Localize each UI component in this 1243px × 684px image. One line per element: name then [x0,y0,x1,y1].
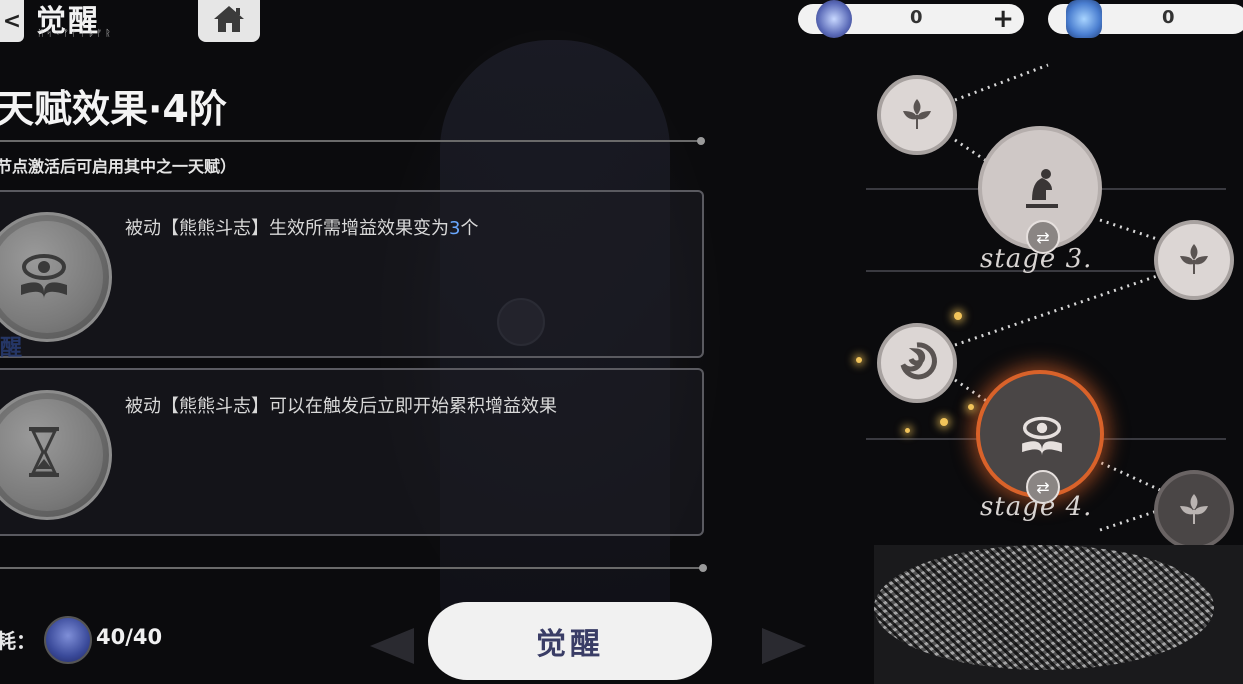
back-icon: < [2,8,22,34]
home-icon [212,4,246,38]
cost-value: 40/40 [96,625,163,649]
crystal-count: 0 [1162,7,1175,28]
spark-particle [856,357,862,363]
stage-4-label: stage 4. [980,492,1093,522]
spark-particle [905,428,910,433]
crystal-icon [1066,0,1102,38]
ghost-label: 醒 [0,336,23,361]
talent-medal-2 [0,390,112,520]
currency-token-icon [816,0,852,38]
talent-description-1: 被动【熊熊斗志】生效所需增益效果变为3个 [125,218,479,239]
obscured-region [874,545,1243,684]
reading-figure-icon [1012,160,1072,224]
cost-label: 耗： [0,629,36,653]
talent-description-2: 被动【熊熊斗志】可以在触发后立即开始累积增益效果 [125,396,557,417]
flower-icon [1174,238,1214,282]
character-token-icon [44,616,92,664]
spark-particle [940,418,948,426]
swirl-icon [895,339,939,387]
prev-arrow-icon[interactable] [370,628,414,664]
stage3-node[interactable]: ⇄ [978,126,1102,254]
divider-top [0,137,705,145]
talent-card-1[interactable]: 被动【熊熊斗志】生效所需增益效果变为3个 [0,190,704,358]
spark-particle [954,312,962,320]
next-arrow-icon[interactable] [762,628,806,664]
tree-node-3[interactable] [877,323,957,403]
eye-book-icon [1010,402,1074,470]
tree-node-2[interactable] [1154,220,1234,300]
flower-icon [1174,488,1214,532]
section-subtitle: 节点激活后可启用其中之一天赋） [0,157,237,176]
talent-card-2[interactable]: 被动【熊熊斗志】可以在触发后立即开始累积增益效果 [0,368,704,536]
spark-particle [968,404,974,410]
stage-3-label: stage 3. [980,244,1093,274]
add-token-button[interactable]: + [992,4,1014,34]
page-subtitle-runes: ᛗᛋᚲᚠᚨᛁᛒᚠᚱ [38,29,114,39]
home-button[interactable] [198,0,260,42]
stage4-node-selected[interactable]: ⇄ [976,370,1104,504]
back-button[interactable]: < [0,0,24,42]
divider-bottom [0,564,707,572]
flower-icon [897,93,937,137]
section-title: 天赋效果·4阶 [0,87,227,131]
talent-medal-1 [0,212,112,342]
token-count: 0 [910,7,923,28]
awaken-button[interactable]: 觉醒 [428,602,712,680]
tree-node-1[interactable] [877,75,957,155]
tree-node-4[interactable] [1154,470,1234,550]
